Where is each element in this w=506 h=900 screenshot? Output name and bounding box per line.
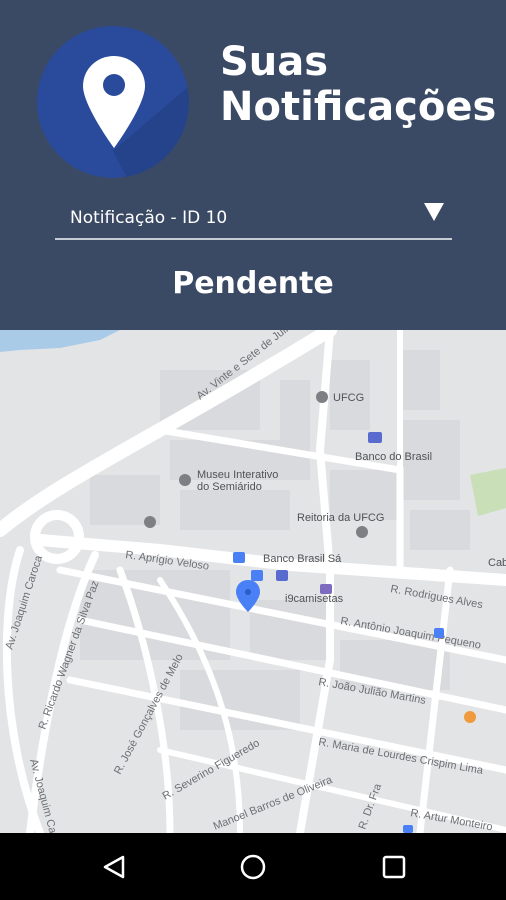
- logo: [37, 26, 189, 178]
- svg-text:R. Maria de Lourdes Crispim Li: R. Maria de Lourdes Crispim Lima: [317, 736, 484, 777]
- back-button[interactable]: [94, 847, 134, 887]
- park-area: [470, 468, 506, 516]
- svg-text:do Semiárido: do Semiárido: [197, 481, 262, 493]
- map-canvas[interactable]: Av. Vinte e Sete de Julho R. Aprígio Vel…: [0, 330, 506, 833]
- status-text: Pendente: [172, 266, 334, 301]
- dropdown-arrow-icon[interactable]: [424, 203, 444, 221]
- map-view[interactable]: Av. Vinte e Sete de Julho R. Aprígio Vel…: [0, 330, 506, 833]
- map-pin-icon: [83, 56, 145, 148]
- svg-text:Banco Brasil Sá: Banco Brasil Sá: [263, 553, 342, 565]
- recents-button[interactable]: [374, 847, 414, 887]
- app-header: Suas Notificações Notificação - ID 10 Pe…: [0, 0, 506, 330]
- svg-text:Banco do Brasil: Banco do Brasil: [355, 451, 432, 463]
- home-button[interactable]: [233, 847, 273, 887]
- svg-text:UFCG: UFCG: [333, 392, 364, 404]
- title-line-2: Notificações: [220, 84, 497, 130]
- title-line-1: Suas: [220, 39, 329, 85]
- svg-text:Manoel Barros de Oliveira: Manoel Barros de Oliveira: [212, 774, 335, 833]
- water-area: [0, 330, 120, 352]
- map-blocks: [80, 350, 470, 730]
- back-triangle-icon[interactable]: [101, 854, 127, 880]
- home-circle-icon[interactable]: [239, 853, 267, 881]
- notification-select-value: Notificação - ID 10: [70, 208, 228, 228]
- page-title: Suas Notificações: [220, 40, 496, 130]
- notification-select[interactable]: Notificação - ID 10: [55, 200, 452, 240]
- svg-text:R. Dr. Fra: R. Dr. Fra: [357, 781, 385, 831]
- recents-square-icon[interactable]: [382, 855, 406, 879]
- android-nav-bar: [0, 833, 506, 900]
- svg-text:i9camisetas: i9camisetas: [285, 593, 344, 605]
- svg-text:Museu Interativo: Museu Interativo: [197, 469, 278, 481]
- svg-text:Reitoria da UFCG: Reitoria da UFCG: [297, 512, 384, 524]
- svg-text:Cab: Cab: [488, 557, 506, 569]
- svg-text:R. Rodrigues Alves: R. Rodrigues Alves: [389, 583, 484, 611]
